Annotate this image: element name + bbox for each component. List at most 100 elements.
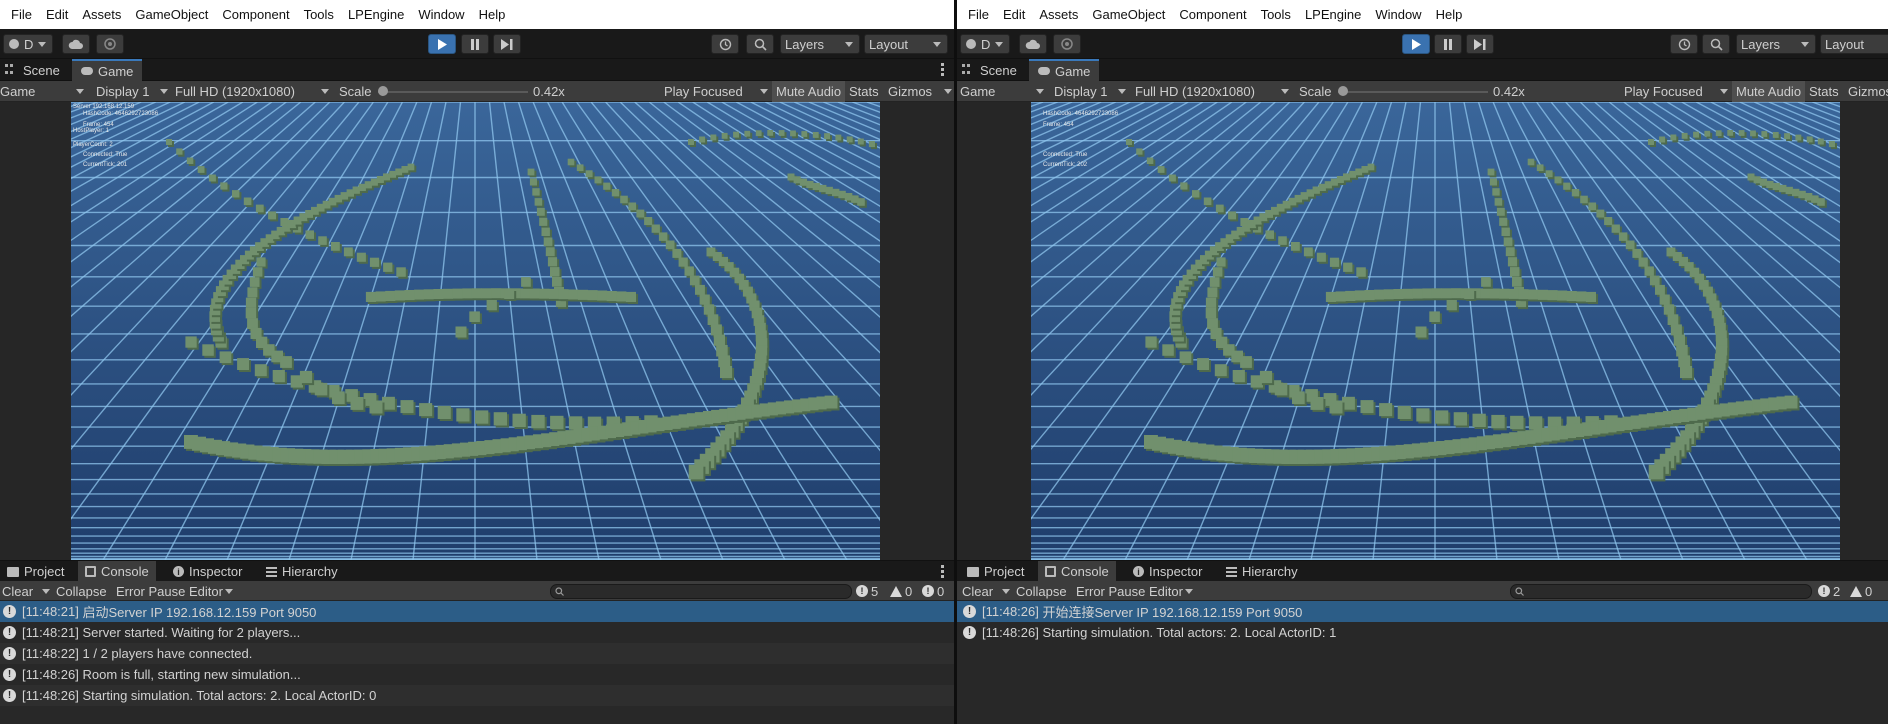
error-pause-toggle[interactable]: Error Pause <box>116 581 185 601</box>
game-mode-dropdown[interactable]: Game <box>960 81 1044 102</box>
scale-slider[interactable] <box>378 81 528 102</box>
game-mode-dropdown[interactable]: Game <box>0 81 84 102</box>
clear-button[interactable]: Clear <box>0 581 50 601</box>
menu-gameobject[interactable]: GameObject <box>1085 7 1172 22</box>
tab-game[interactable]: Game <box>1029 59 1100 81</box>
log-row[interactable]: ! [11:48:21] 启动Server IP 192.168.12.159 P… <box>0 601 954 622</box>
tab-inspector[interactable]: i Inspector <box>1126 561 1209 582</box>
collapse-toggle[interactable]: Collapse <box>1016 581 1067 601</box>
cloud-button[interactable] <box>62 34 90 54</box>
gizmos-dropdown[interactable]: Gizmos <box>1848 81 1888 102</box>
menu-window[interactable]: Window <box>411 7 471 22</box>
step-button[interactable] <box>1466 34 1494 54</box>
tab-game[interactable]: Game <box>72 59 143 81</box>
editor-dropdown[interactable]: Editor <box>1149 581 1193 601</box>
resolution-dropdown[interactable]: Full HD (1920x1080) <box>175 81 329 102</box>
account-dropdown[interactable]: D <box>960 34 1010 54</box>
menu-edit[interactable]: Edit <box>39 7 75 22</box>
pause-button[interactable] <box>1434 34 1462 54</box>
game-viewport[interactable]: Server 192.168.12.159 HashCode: 46462927… <box>71 102 880 560</box>
warning-count-toggle[interactable]: 0 <box>1850 583 1872 599</box>
menu-edit[interactable]: Edit <box>996 7 1032 22</box>
log-row[interactable]: ! [11:48:21] Server started. Waiting for … <box>0 622 954 643</box>
layout-dropdown[interactable]: Layout <box>864 34 948 54</box>
stats-toggle[interactable]: Stats <box>1809 81 1839 102</box>
pause-button[interactable] <box>461 34 489 54</box>
menu-icon[interactable] <box>5 64 13 75</box>
log-count-toggle[interactable]: ! 5 <box>856 583 878 599</box>
menu-file[interactable]: File <box>961 7 996 22</box>
warning-count-toggle[interactable]: 0 <box>890 583 912 599</box>
menu-lpengine[interactable]: LPEngine <box>341 7 411 22</box>
error-pause-toggle[interactable]: Error Pause <box>1076 581 1145 601</box>
log-count-toggle[interactable]: ! 2 <box>1818 583 1840 599</box>
log-row[interactable]: ! [11:48:26] Room is full, starting new s… <box>0 664 954 685</box>
play-button[interactable] <box>428 34 456 54</box>
clear-button[interactable]: Clear <box>960 581 1010 601</box>
menu-assets[interactable]: Assets <box>75 7 128 22</box>
scale-slider-thumb[interactable] <box>378 85 388 96</box>
game-viewport[interactable]: HashCode: 4646292723086 Frame: 454 Conne… <box>1031 102 1840 560</box>
menu-gameobject[interactable]: GameObject <box>128 7 215 22</box>
collapse-toggle[interactable]: Collapse <box>56 581 107 601</box>
play-button[interactable] <box>1402 34 1430 54</box>
tab-scene[interactable]: Scene <box>971 59 1026 81</box>
step-button[interactable] <box>493 34 521 54</box>
menu-assets[interactable]: Assets <box>1032 7 1085 22</box>
scale-slider-thumb[interactable] <box>1338 85 1348 96</box>
history-button[interactable] <box>1670 34 1698 54</box>
menu-tools[interactable]: Tools <box>1254 7 1298 22</box>
collab-button[interactable] <box>96 34 124 54</box>
display-dropdown[interactable]: Display 1 <box>1054 81 1126 102</box>
menu-tools[interactable]: Tools <box>297 7 341 22</box>
collab-button[interactable] <box>1053 34 1081 54</box>
menu-help[interactable]: Help <box>472 7 513 22</box>
menu-help[interactable]: Help <box>1429 7 1470 22</box>
layout-dropdown[interactable]: Layout <box>1820 34 1888 54</box>
cube-block <box>1761 131 1768 137</box>
tab-inspector[interactable]: i Inspector <box>166 561 249 582</box>
more-menu-icon[interactable] <box>941 63 944 76</box>
stats-toggle[interactable]: Stats <box>849 81 879 102</box>
mute-audio-toggle[interactable]: Mute Audio <box>772 81 846 102</box>
console-search-input[interactable] <box>1510 584 1812 599</box>
scale-slider[interactable] <box>1338 81 1488 102</box>
search-button[interactable] <box>746 34 774 54</box>
log-row[interactable]: ! [11:48:26] Starting simulation. Total a… <box>957 622 1888 643</box>
display-dropdown[interactable]: Display 1 <box>96 81 168 102</box>
more-menu-icon[interactable] <box>941 565 944 578</box>
mute-audio-toggle[interactable]: Mute Audio <box>1732 81 1806 102</box>
console-search-input[interactable] <box>550 584 852 599</box>
search-button[interactable] <box>1702 34 1730 54</box>
tab-console[interactable]: Console <box>1038 561 1116 582</box>
editor-dropdown[interactable]: Editor <box>189 581 233 601</box>
history-button[interactable] <box>711 34 739 54</box>
gizmos-dropdown[interactable]: Gizmos <box>888 81 952 102</box>
account-dropdown[interactable]: D <box>3 34 53 54</box>
cloud-button[interactable] <box>1019 34 1047 54</box>
layers-dropdown[interactable]: Layers <box>780 34 860 54</box>
layers-dropdown[interactable]: Layers <box>1736 34 1816 54</box>
menu-component[interactable]: Component <box>1172 7 1253 22</box>
tab-hierarchy[interactable]: Hierarchy <box>1219 561 1305 582</box>
log-row[interactable]: ! [11:48:26] Starting simulation. Total a… <box>0 685 954 706</box>
play-focused-dropdown[interactable]: Play Focused <box>1624 81 1728 102</box>
cube-block <box>356 252 366 262</box>
log-row[interactable]: ! [11:48:22] 1 / 2 players have connected… <box>0 643 954 664</box>
menu-file[interactable]: File <box>4 7 39 22</box>
menu-lpengine[interactable]: LPEngine <box>1298 7 1368 22</box>
tab-console[interactable]: Console <box>78 561 156 582</box>
error-count-toggle[interactable]: ! 0 <box>922 583 944 599</box>
game-view[interactable]: HashCode: 4646292723086 Frame: 454 Conne… <box>957 102 1888 560</box>
tab-hierarchy[interactable]: Hierarchy <box>259 561 345 582</box>
game-view[interactable]: Server 192.168.12.159 HashCode: 46462927… <box>0 102 954 560</box>
play-focused-dropdown[interactable]: Play Focused <box>664 81 768 102</box>
tab-scene[interactable]: Scene <box>14 59 69 81</box>
tab-project[interactable]: Project <box>960 561 1031 582</box>
menu-icon[interactable] <box>962 64 970 75</box>
tab-project[interactable]: Project <box>0 561 71 582</box>
menu-component[interactable]: Component <box>215 7 296 22</box>
menu-window[interactable]: Window <box>1368 7 1428 22</box>
resolution-dropdown[interactable]: Full HD (1920x1080) <box>1135 81 1289 102</box>
log-row[interactable]: ! [11:48:26] 开始连接Server IP 192.168.12.159… <box>957 601 1888 622</box>
